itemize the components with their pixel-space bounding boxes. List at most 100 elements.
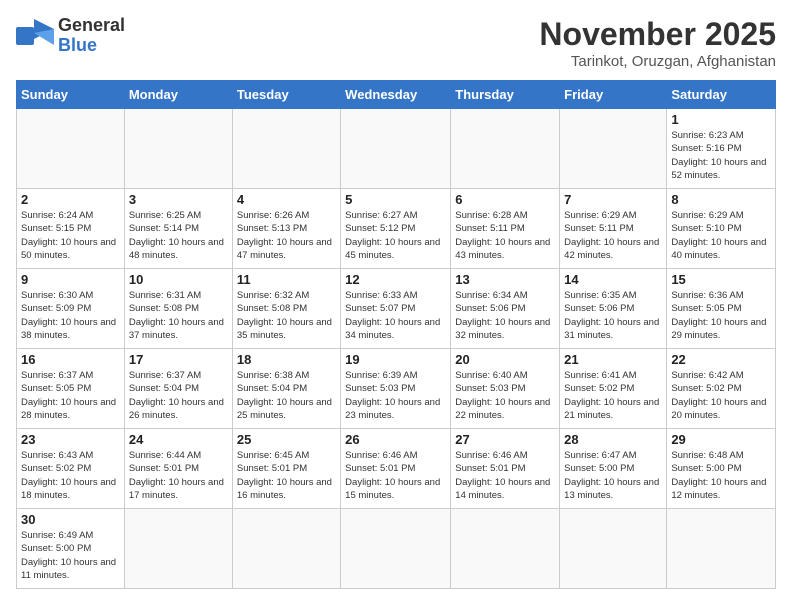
- day-info: Sunrise: 6:30 AM Sunset: 5:09 PM Dayligh…: [21, 289, 120, 342]
- week-row-2: 2Sunrise: 6:24 AM Sunset: 5:15 PM Daylig…: [17, 189, 776, 269]
- calendar-cell-week3-day1: 9 Sunrise: 6:30 AM Sunset: 5:09 PM Daylig…: [17, 269, 125, 349]
- day-number: 8: [671, 192, 771, 207]
- calendar-cell-week2-day6: 7Sunrise: 6:29 AM Sunset: 5:11 PM Daylig…: [560, 189, 667, 269]
- calendar-cell-week4-day5: 20 Sunrise: 6:40 AM Sunset: 5:03 PM Dayli…: [451, 349, 560, 429]
- day-info: Sunrise: 6:25 AM Sunset: 5:14 PM Dayligh…: [129, 209, 228, 262]
- day-info: Sunrise: 6:44 AM Sunset: 5:01 PM Dayligh…: [129, 449, 228, 502]
- calendar-cell-week2-day5: 6Sunrise: 6:28 AM Sunset: 5:11 PM Daylig…: [451, 189, 560, 269]
- calendar-cell-week4-day7: 22Sunrise: 6:42 AM Sunset: 5:02 PM Dayli…: [667, 349, 776, 429]
- day-info: Sunrise: 6:31 AM Sunset: 5:08 PM Dayligh…: [129, 289, 228, 342]
- day-info: Sunrise: 6:46 AM Sunset: 5:01 PM Dayligh…: [345, 449, 446, 502]
- weekday-header-sunday: Sunday: [17, 81, 125, 109]
- day-info: Sunrise: 6:32 AM Sunset: 5:08 PM Dayligh…: [237, 289, 336, 342]
- day-info: Sunrise: 6:46 AM Sunset: 5:01 PM Dayligh…: [455, 449, 555, 502]
- logo-text: General Blue: [58, 16, 125, 56]
- day-number: 17: [129, 352, 228, 367]
- calendar-cell-week2-day4: 5Sunrise: 6:27 AM Sunset: 5:12 PM Daylig…: [341, 189, 451, 269]
- day-info: Sunrise: 6:40 AM Sunset: 5:03 PM Dayligh…: [455, 369, 555, 422]
- calendar-cell-week4-day1: 16 Sunrise: 6:37 AM Sunset: 5:05 PM Dayli…: [17, 349, 125, 429]
- calendar-cell-week6-day6: [560, 509, 667, 589]
- day-number: 1: [671, 112, 771, 127]
- day-info: Sunrise: 6:29 AM Sunset: 5:10 PM Dayligh…: [671, 209, 771, 262]
- calendar-cell-week1-day2: [124, 109, 232, 189]
- calendar-cell-week1-day6: [560, 109, 667, 189]
- day-info: Sunrise: 6:37 AM Sunset: 5:05 PM Dayligh…: [21, 369, 120, 422]
- day-info: Sunrise: 6:27 AM Sunset: 5:12 PM Dayligh…: [345, 209, 446, 262]
- calendar-cell-week5-day7: 29Sunrise: 6:48 AM Sunset: 5:00 PM Dayli…: [667, 429, 776, 509]
- calendar-cell-week1-day5: [451, 109, 560, 189]
- weekday-header-tuesday: Tuesday: [232, 81, 340, 109]
- calendar-cell-week6-day3: [232, 509, 340, 589]
- day-number: 29: [671, 432, 771, 447]
- day-number: 14: [564, 272, 662, 287]
- calendar-cell-week5-day6: 28 Sunrise: 6:47 AM Sunset: 5:00 PM Dayli…: [560, 429, 667, 509]
- logo: General Blue: [16, 16, 125, 56]
- day-number: 28: [564, 432, 662, 447]
- calendar-cell-week2-day3: 4Sunrise: 6:26 AM Sunset: 5:13 PM Daylig…: [232, 189, 340, 269]
- day-number: 27: [455, 432, 555, 447]
- calendar-cell-week3-day7: 15Sunrise: 6:36 AM Sunset: 5:05 PM Dayli…: [667, 269, 776, 349]
- day-number: 2: [21, 192, 120, 207]
- month-year-title: November 2025: [539, 16, 776, 53]
- day-number: 16: [21, 352, 120, 367]
- day-info: Sunrise: 6:34 AM Sunset: 5:06 PM Dayligh…: [455, 289, 555, 342]
- day-info: Sunrise: 6:33 AM Sunset: 5:07 PM Dayligh…: [345, 289, 446, 342]
- day-number: 26: [345, 432, 446, 447]
- day-number: 18: [237, 352, 336, 367]
- calendar-cell-week6-day2: [124, 509, 232, 589]
- calendar-cell-week6-day4: [341, 509, 451, 589]
- calendar-cell-week5-day3: 25Sunrise: 6:45 AM Sunset: 5:01 PM Dayli…: [232, 429, 340, 509]
- day-number: 9: [21, 272, 120, 287]
- week-row-1: 1 Sunrise: 6:23 AM Sunset: 5:16 PM Daylig…: [17, 109, 776, 189]
- location-subtitle: Tarinkot, Oruzgan, Afghanistan: [539, 53, 776, 70]
- day-info: Sunrise: 6:38 AM Sunset: 5:04 PM Dayligh…: [237, 369, 336, 422]
- weekday-header-friday: Friday: [560, 81, 667, 109]
- calendar-cell-week4-day2: 17 Sunrise: 6:37 AM Sunset: 5:04 PM Dayli…: [124, 349, 232, 429]
- day-number: 30: [21, 512, 120, 527]
- day-number: 25: [237, 432, 336, 447]
- day-number: 3: [129, 192, 228, 207]
- calendar-cell-week2-day1: 2Sunrise: 6:24 AM Sunset: 5:15 PM Daylig…: [17, 189, 125, 269]
- day-info: Sunrise: 6:41 AM Sunset: 5:02 PM Dayligh…: [564, 369, 662, 422]
- day-number: 6: [455, 192, 555, 207]
- day-number: 19: [345, 352, 446, 367]
- calendar-cell-week3-day2: 10Sunrise: 6:31 AM Sunset: 5:08 PM Dayli…: [124, 269, 232, 349]
- weekday-header-monday: Monday: [124, 81, 232, 109]
- weekday-header-thursday: Thursday: [451, 81, 560, 109]
- calendar-table: SundayMondayTuesdayWednesdayThursdayFrid…: [16, 80, 776, 589]
- calendar-cell-week2-day2: 3 Sunrise: 6:25 AM Sunset: 5:14 PM Daylig…: [124, 189, 232, 269]
- day-info: Sunrise: 6:37 AM Sunset: 5:04 PM Dayligh…: [129, 369, 228, 422]
- logo-icon: [16, 19, 54, 53]
- day-info: Sunrise: 6:42 AM Sunset: 5:02 PM Dayligh…: [671, 369, 771, 422]
- calendar-cell-week1-day1: [17, 109, 125, 189]
- day-info: Sunrise: 6:29 AM Sunset: 5:11 PM Dayligh…: [564, 209, 662, 262]
- day-info: Sunrise: 6:35 AM Sunset: 5:06 PM Dayligh…: [564, 289, 662, 342]
- day-info: Sunrise: 6:43 AM Sunset: 5:02 PM Dayligh…: [21, 449, 120, 502]
- week-row-4: 16 Sunrise: 6:37 AM Sunset: 5:05 PM Dayli…: [17, 349, 776, 429]
- calendar-cell-week3-day5: 13 Sunrise: 6:34 AM Sunset: 5:06 PM Dayli…: [451, 269, 560, 349]
- day-info: Sunrise: 6:36 AM Sunset: 5:05 PM Dayligh…: [671, 289, 771, 342]
- calendar-cell-week4-day3: 18 Sunrise: 6:38 AM Sunset: 5:04 PM Dayli…: [232, 349, 340, 429]
- day-number: 13: [455, 272, 555, 287]
- weekday-header-saturday: Saturday: [667, 81, 776, 109]
- calendar-cell-week5-day2: 24Sunrise: 6:44 AM Sunset: 5:01 PM Dayli…: [124, 429, 232, 509]
- week-row-5: 23Sunrise: 6:43 AM Sunset: 5:02 PM Dayli…: [17, 429, 776, 509]
- calendar-cell-week6-day5: [451, 509, 560, 589]
- calendar-cell-week5-day4: 26 Sunrise: 6:46 AM Sunset: 5:01 PM Dayli…: [341, 429, 451, 509]
- week-row-6: 30Sunrise: 6:49 AM Sunset: 5:00 PM Dayli…: [17, 509, 776, 589]
- calendar-cell-week5-day1: 23Sunrise: 6:43 AM Sunset: 5:02 PM Dayli…: [17, 429, 125, 509]
- day-number: 20: [455, 352, 555, 367]
- day-info: Sunrise: 6:26 AM Sunset: 5:13 PM Dayligh…: [237, 209, 336, 262]
- day-info: Sunrise: 6:23 AM Sunset: 5:16 PM Dayligh…: [671, 129, 771, 182]
- title-area: November 2025 Tarinkot, Oruzgan, Afghani…: [539, 16, 776, 70]
- page-header: General Blue November 2025 Tarinkot, Oru…: [16, 16, 776, 70]
- calendar-cell-week3-day3: 11 Sunrise: 6:32 AM Sunset: 5:08 PM Dayli…: [232, 269, 340, 349]
- day-info: Sunrise: 6:47 AM Sunset: 5:00 PM Dayligh…: [564, 449, 662, 502]
- day-number: 11: [237, 272, 336, 287]
- calendar-cell-week1-day4: [341, 109, 451, 189]
- calendar-cell-week5-day5: 27 Sunrise: 6:46 AM Sunset: 5:01 PM Dayli…: [451, 429, 560, 509]
- calendar-cell-week3-day4: 12Sunrise: 6:33 AM Sunset: 5:07 PM Dayli…: [341, 269, 451, 349]
- calendar-cell-week2-day7: 8 Sunrise: 6:29 AM Sunset: 5:10 PM Daylig…: [667, 189, 776, 269]
- day-info: Sunrise: 6:39 AM Sunset: 5:03 PM Dayligh…: [345, 369, 446, 422]
- week-row-3: 9 Sunrise: 6:30 AM Sunset: 5:09 PM Daylig…: [17, 269, 776, 349]
